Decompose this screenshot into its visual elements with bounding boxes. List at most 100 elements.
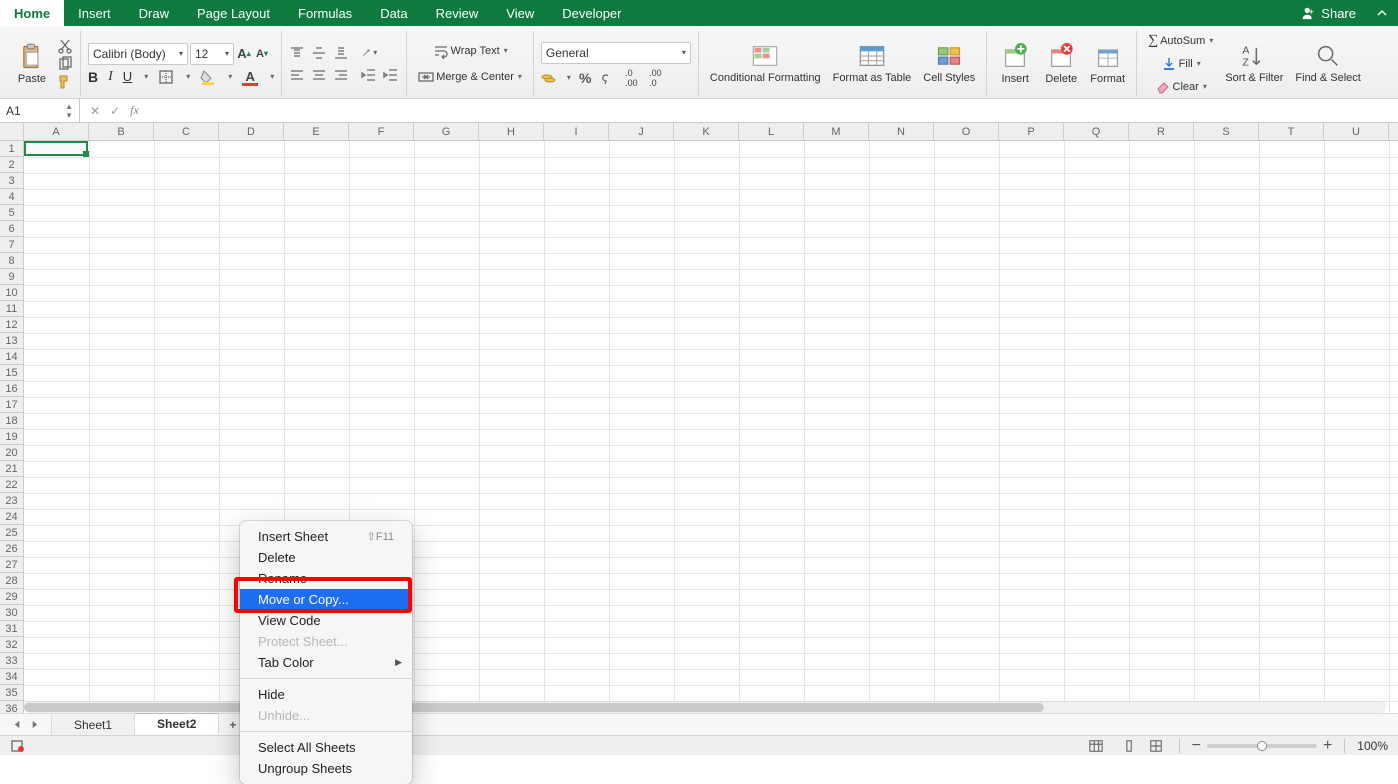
tab-draw[interactable]: Draw: [125, 0, 183, 26]
align-middle-icon[interactable]: [311, 45, 327, 61]
format-painter-icon[interactable]: [57, 74, 73, 90]
tab-formulas[interactable]: Formulas: [284, 0, 366, 26]
row-header[interactable]: 17: [0, 397, 23, 413]
sheet-tabs-nav[interactable]: [0, 714, 52, 735]
row-header[interactable]: 23: [0, 493, 23, 509]
page-break-view-icon[interactable]: [1145, 738, 1167, 754]
context-menu-item[interactable]: Insert Sheet⇧F11: [240, 526, 412, 547]
row-header[interactable]: 27: [0, 557, 23, 573]
row-header[interactable]: 13: [0, 333, 23, 349]
row-header[interactable]: 12: [0, 317, 23, 333]
normal-view-icon[interactable]: [1085, 738, 1107, 754]
fill-color-button[interactable]: [200, 69, 216, 85]
row-header[interactable]: 8: [0, 253, 23, 269]
row-header[interactable]: 19: [0, 429, 23, 445]
row-header[interactable]: 21: [0, 461, 23, 477]
cut-icon[interactable]: [57, 38, 73, 54]
column-header[interactable]: K: [674, 123, 739, 140]
format-cells-button[interactable]: Format: [1086, 34, 1129, 94]
column-header[interactable]: C: [154, 123, 219, 140]
context-menu-item[interactable]: View Code: [240, 610, 412, 631]
tab-data[interactable]: Data: [366, 0, 421, 26]
row-header[interactable]: 3: [0, 173, 23, 189]
column-header[interactable]: G: [414, 123, 479, 140]
row-header[interactable]: 25: [0, 525, 23, 541]
tab-developer[interactable]: Developer: [548, 0, 635, 26]
format-as-table-button[interactable]: Format as Table: [829, 34, 916, 94]
autosum-button[interactable]: ∑AutoSum▾: [1144, 31, 1217, 51]
decrease-font-icon[interactable]: A▾: [254, 46, 270, 62]
column-header[interactable]: U: [1324, 123, 1389, 140]
clear-button[interactable]: Clear▾: [1144, 77, 1217, 97]
formula-input[interactable]: [149, 99, 1398, 122]
row-header[interactable]: 11: [0, 301, 23, 317]
column-header[interactable]: E: [284, 123, 349, 140]
insert-cells-button[interactable]: Insert: [994, 34, 1036, 94]
row-header[interactable]: 20: [0, 445, 23, 461]
context-menu-item[interactable]: Hide: [240, 684, 412, 705]
align-left-icon[interactable]: [289, 67, 305, 83]
row-header[interactable]: 30: [0, 605, 23, 621]
row-header[interactable]: 14: [0, 349, 23, 365]
decrease-indent-icon[interactable]: [361, 67, 377, 83]
column-header[interactable]: H: [479, 123, 544, 140]
border-button[interactable]: [158, 69, 174, 85]
tab-page-layout[interactable]: Page Layout: [183, 0, 284, 26]
wrap-text-button[interactable]: Wrap Text▾: [414, 41, 526, 61]
tab-view[interactable]: View: [492, 0, 548, 26]
column-header[interactable]: D: [219, 123, 284, 140]
currency-icon[interactable]: [541, 70, 557, 86]
zoom-percent[interactable]: 100%: [1357, 739, 1388, 753]
row-header[interactable]: 5: [0, 205, 23, 221]
increase-decimal-icon[interactable]: .0.00: [623, 70, 639, 86]
underline-button[interactable]: U: [123, 69, 132, 84]
column-header[interactable]: A: [24, 123, 89, 140]
align-right-icon[interactable]: [333, 67, 349, 83]
column-header[interactable]: F: [349, 123, 414, 140]
bold-button[interactable]: B: [88, 69, 98, 85]
row-header[interactable]: 36: [0, 701, 23, 713]
row-header[interactable]: 10: [0, 285, 23, 301]
row-header[interactable]: 15: [0, 365, 23, 381]
tab-insert[interactable]: Insert: [64, 0, 125, 26]
row-header[interactable]: 9: [0, 269, 23, 285]
context-menu-item[interactable]: Select All Sheets: [240, 737, 412, 758]
tab-home[interactable]: Home: [0, 0, 64, 26]
comma-icon[interactable]: [599, 70, 615, 86]
font-size-select[interactable]: 12▾: [190, 43, 234, 65]
cell-styles-button[interactable]: Cell Styles: [919, 34, 979, 94]
row-header[interactable]: 32: [0, 637, 23, 653]
row-header[interactable]: 31: [0, 621, 23, 637]
page-layout-view-icon[interactable]: [1115, 738, 1137, 754]
row-header[interactable]: 16: [0, 381, 23, 397]
share-button[interactable]: Share: [1292, 0, 1366, 26]
zoom-in-button[interactable]: +: [1323, 737, 1332, 755]
tab-review[interactable]: Review: [422, 0, 493, 26]
row-header[interactable]: 6: [0, 221, 23, 237]
sort-filter-button[interactable]: AZ Sort & Filter: [1221, 34, 1287, 94]
enter-formula-icon[interactable]: ✓: [110, 104, 120, 118]
sheet-tab-sheet2[interactable]: Sheet2: [135, 713, 219, 734]
column-header[interactable]: Q: [1064, 123, 1129, 140]
font-name-select[interactable]: Calibri (Body)▾: [88, 43, 188, 65]
context-menu-item[interactable]: Move or Copy...: [240, 589, 412, 610]
row-header[interactable]: 29: [0, 589, 23, 605]
italic-button[interactable]: I: [108, 69, 113, 85]
context-menu-item[interactable]: Tab Color: [240, 652, 412, 673]
copy-icon[interactable]: [57, 56, 73, 72]
cell-grid[interactable]: [24, 141, 1398, 713]
merge-center-button[interactable]: Merge & Center▾: [414, 67, 526, 87]
row-header[interactable]: 18: [0, 413, 23, 429]
increase-indent-icon[interactable]: [383, 67, 399, 83]
sheet-tab-sheet1[interactable]: Sheet1: [52, 714, 135, 735]
find-select-button[interactable]: Find & Select: [1291, 34, 1364, 94]
increase-font-icon[interactable]: A▴: [236, 46, 252, 62]
row-header[interactable]: 22: [0, 477, 23, 493]
cancel-formula-icon[interactable]: ✕: [90, 104, 100, 118]
fx-icon[interactable]: fx: [130, 103, 139, 118]
context-menu-item[interactable]: Delete: [240, 547, 412, 568]
column-headers[interactable]: ABCDEFGHIJKLMNOPQRSTU: [24, 123, 1398, 141]
horizontal-scrollbar[interactable]: [24, 701, 1386, 713]
row-header[interactable]: 1: [0, 141, 23, 157]
column-header[interactable]: P: [999, 123, 1064, 140]
